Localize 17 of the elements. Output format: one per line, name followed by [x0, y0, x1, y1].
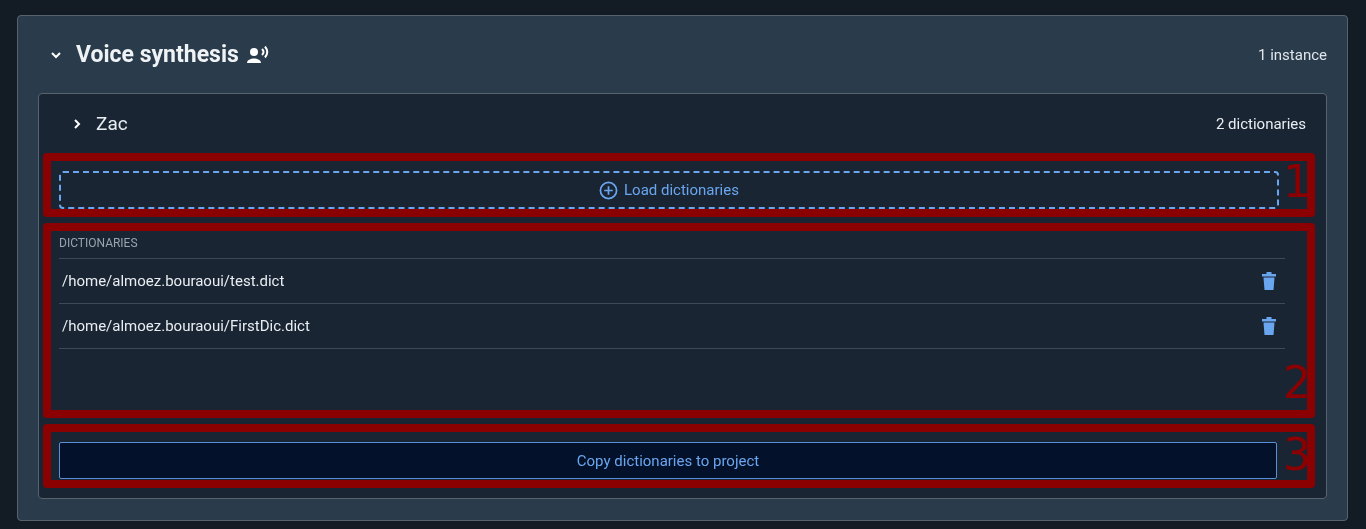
delete-icon[interactable]	[1262, 272, 1276, 290]
dictionary-path: /home/almoez.bouraoui/FirstDic.dict	[62, 317, 310, 335]
chevron-right-icon[interactable]	[71, 117, 83, 130]
annotation-number: 2	[1283, 358, 1311, 408]
dictionary-count: 2 dictionaries	[1215, 114, 1306, 133]
annotation-number: 1	[1283, 157, 1311, 207]
delete-icon[interactable]	[1262, 317, 1276, 335]
copy-dictionaries-button[interactable]: Copy dictionaries to project	[59, 442, 1277, 479]
list-header: DICTIONARIES	[59, 236, 1285, 259]
instance-count: 1 instance	[1258, 45, 1327, 64]
dictionary-path: /home/almoez.bouraoui/test.dict	[62, 272, 285, 290]
load-dictionaries-button[interactable]: Load dictionaries	[59, 171, 1279, 209]
instance-name: Zac	[96, 112, 128, 135]
speaking-person-icon	[246, 45, 269, 64]
add-circle-icon	[599, 180, 619, 200]
section-title: Voice synthesis	[76, 41, 239, 68]
annotation-number: 3	[1283, 430, 1311, 480]
